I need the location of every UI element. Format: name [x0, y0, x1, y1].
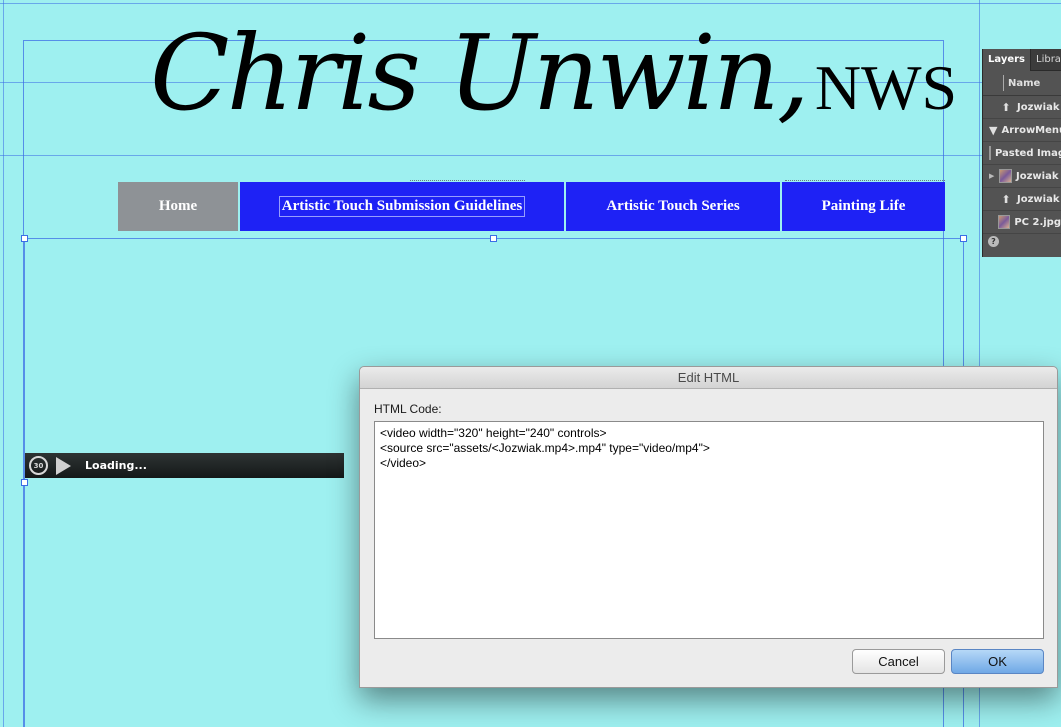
layer-label: PC 2.jpg — [1014, 216, 1061, 228]
video-controls: 30 Loading... — [25, 453, 344, 478]
cancel-button[interactable]: Cancel — [852, 649, 945, 674]
nav-item-label: Artistic Touch Series — [606, 198, 740, 214]
resize-handle[interactable] — [21, 235, 28, 242]
layers-footer: ? — [983, 234, 1061, 248]
ok-button[interactable]: OK — [951, 649, 1044, 674]
layer-row[interactable]: PC 2.jpg — [983, 211, 1061, 234]
layer-row[interactable]: Pasted Image — [983, 142, 1061, 165]
logo-suffix-text: NWS — [814, 52, 958, 123]
help-icon[interactable]: ? — [988, 235, 999, 247]
arrow-up-icon: ⬆ — [1001, 192, 1011, 206]
tab-library[interactable]: Library — [1031, 49, 1061, 71]
html-code-input[interactable] — [374, 421, 1044, 639]
image-thumb-icon — [999, 169, 1012, 183]
html-code-label: HTML Code: — [374, 402, 442, 416]
layer-label: Jozwiak — [1017, 101, 1060, 113]
expand-arrow-icon[interactable]: ▶ — [989, 172, 999, 180]
layer-row[interactable]: ▼ ArrowMenu — [983, 119, 1061, 142]
image-thumb-icon — [989, 146, 991, 160]
nav-item-artistic-touch-series[interactable]: Artistic Touch Series — [566, 182, 782, 231]
tab-layers[interactable]: Layers — [983, 49, 1031, 71]
nav-item-label: Home — [158, 198, 198, 214]
triangle-down-icon: ▼ — [989, 123, 998, 137]
rewind-seconds: 30 — [33, 461, 44, 470]
dialog-title: Edit HTML — [360, 367, 1057, 389]
layer-row[interactable]: ▶ Jozwiak — [983, 165, 1061, 188]
resize-handle[interactable] — [21, 479, 28, 486]
image-thumb-icon — [998, 215, 1011, 229]
video-status-text: Loading... — [85, 459, 147, 472]
play-icon[interactable] — [56, 456, 71, 475]
rewind-30-icon[interactable]: 30 — [29, 456, 48, 475]
layers-column-header: Name — [983, 71, 1061, 96]
resize-handle[interactable] — [490, 235, 497, 242]
main-nav: Home Artistic Touch Submission Guideline… — [118, 182, 947, 231]
resize-handle[interactable] — [960, 235, 967, 242]
layer-row[interactable]: ⬆ Jozwiak — [983, 188, 1061, 211]
arrow-up-icon: ⬆ — [1001, 100, 1011, 114]
column-header-name: Name — [1008, 77, 1041, 89]
guide-line — [3, 0, 4, 727]
layer-label: Jozwiak — [1017, 193, 1060, 205]
layers-panel-tabs: Layers Library — [983, 49, 1061, 71]
guide-line — [0, 3, 1061, 4]
nav-item-label: Artistic Touch Submission Guidelines — [278, 196, 526, 217]
logo-script-text: Chris Unwin, — [150, 12, 810, 134]
nav-item-painting-life[interactable]: Painting Life — [782, 182, 947, 231]
layer-label: Pasted Image — [995, 147, 1061, 159]
column-divider — [1003, 75, 1004, 91]
edit-html-dialog: Edit HTML HTML Code: Cancel OK — [359, 366, 1058, 688]
nav-item-label: Painting Life — [821, 198, 906, 214]
site-logo[interactable]: Chris Unwin, NWS — [150, 12, 957, 134]
guide-line — [785, 180, 945, 181]
guide-line — [410, 180, 525, 181]
nav-item-home[interactable]: Home — [118, 182, 240, 231]
layer-label: Jozwiak — [1016, 170, 1059, 182]
layer-row[interactable]: ⬆ Jozwiak — [983, 96, 1061, 119]
layers-panel: Layers Library Name ⬆ Jozwiak ▼ ArrowMen… — [982, 49, 1061, 257]
layer-label: ArrowMenu — [1001, 124, 1061, 136]
nav-item-submission-guidelines[interactable]: Artistic Touch Submission Guidelines — [240, 182, 566, 231]
